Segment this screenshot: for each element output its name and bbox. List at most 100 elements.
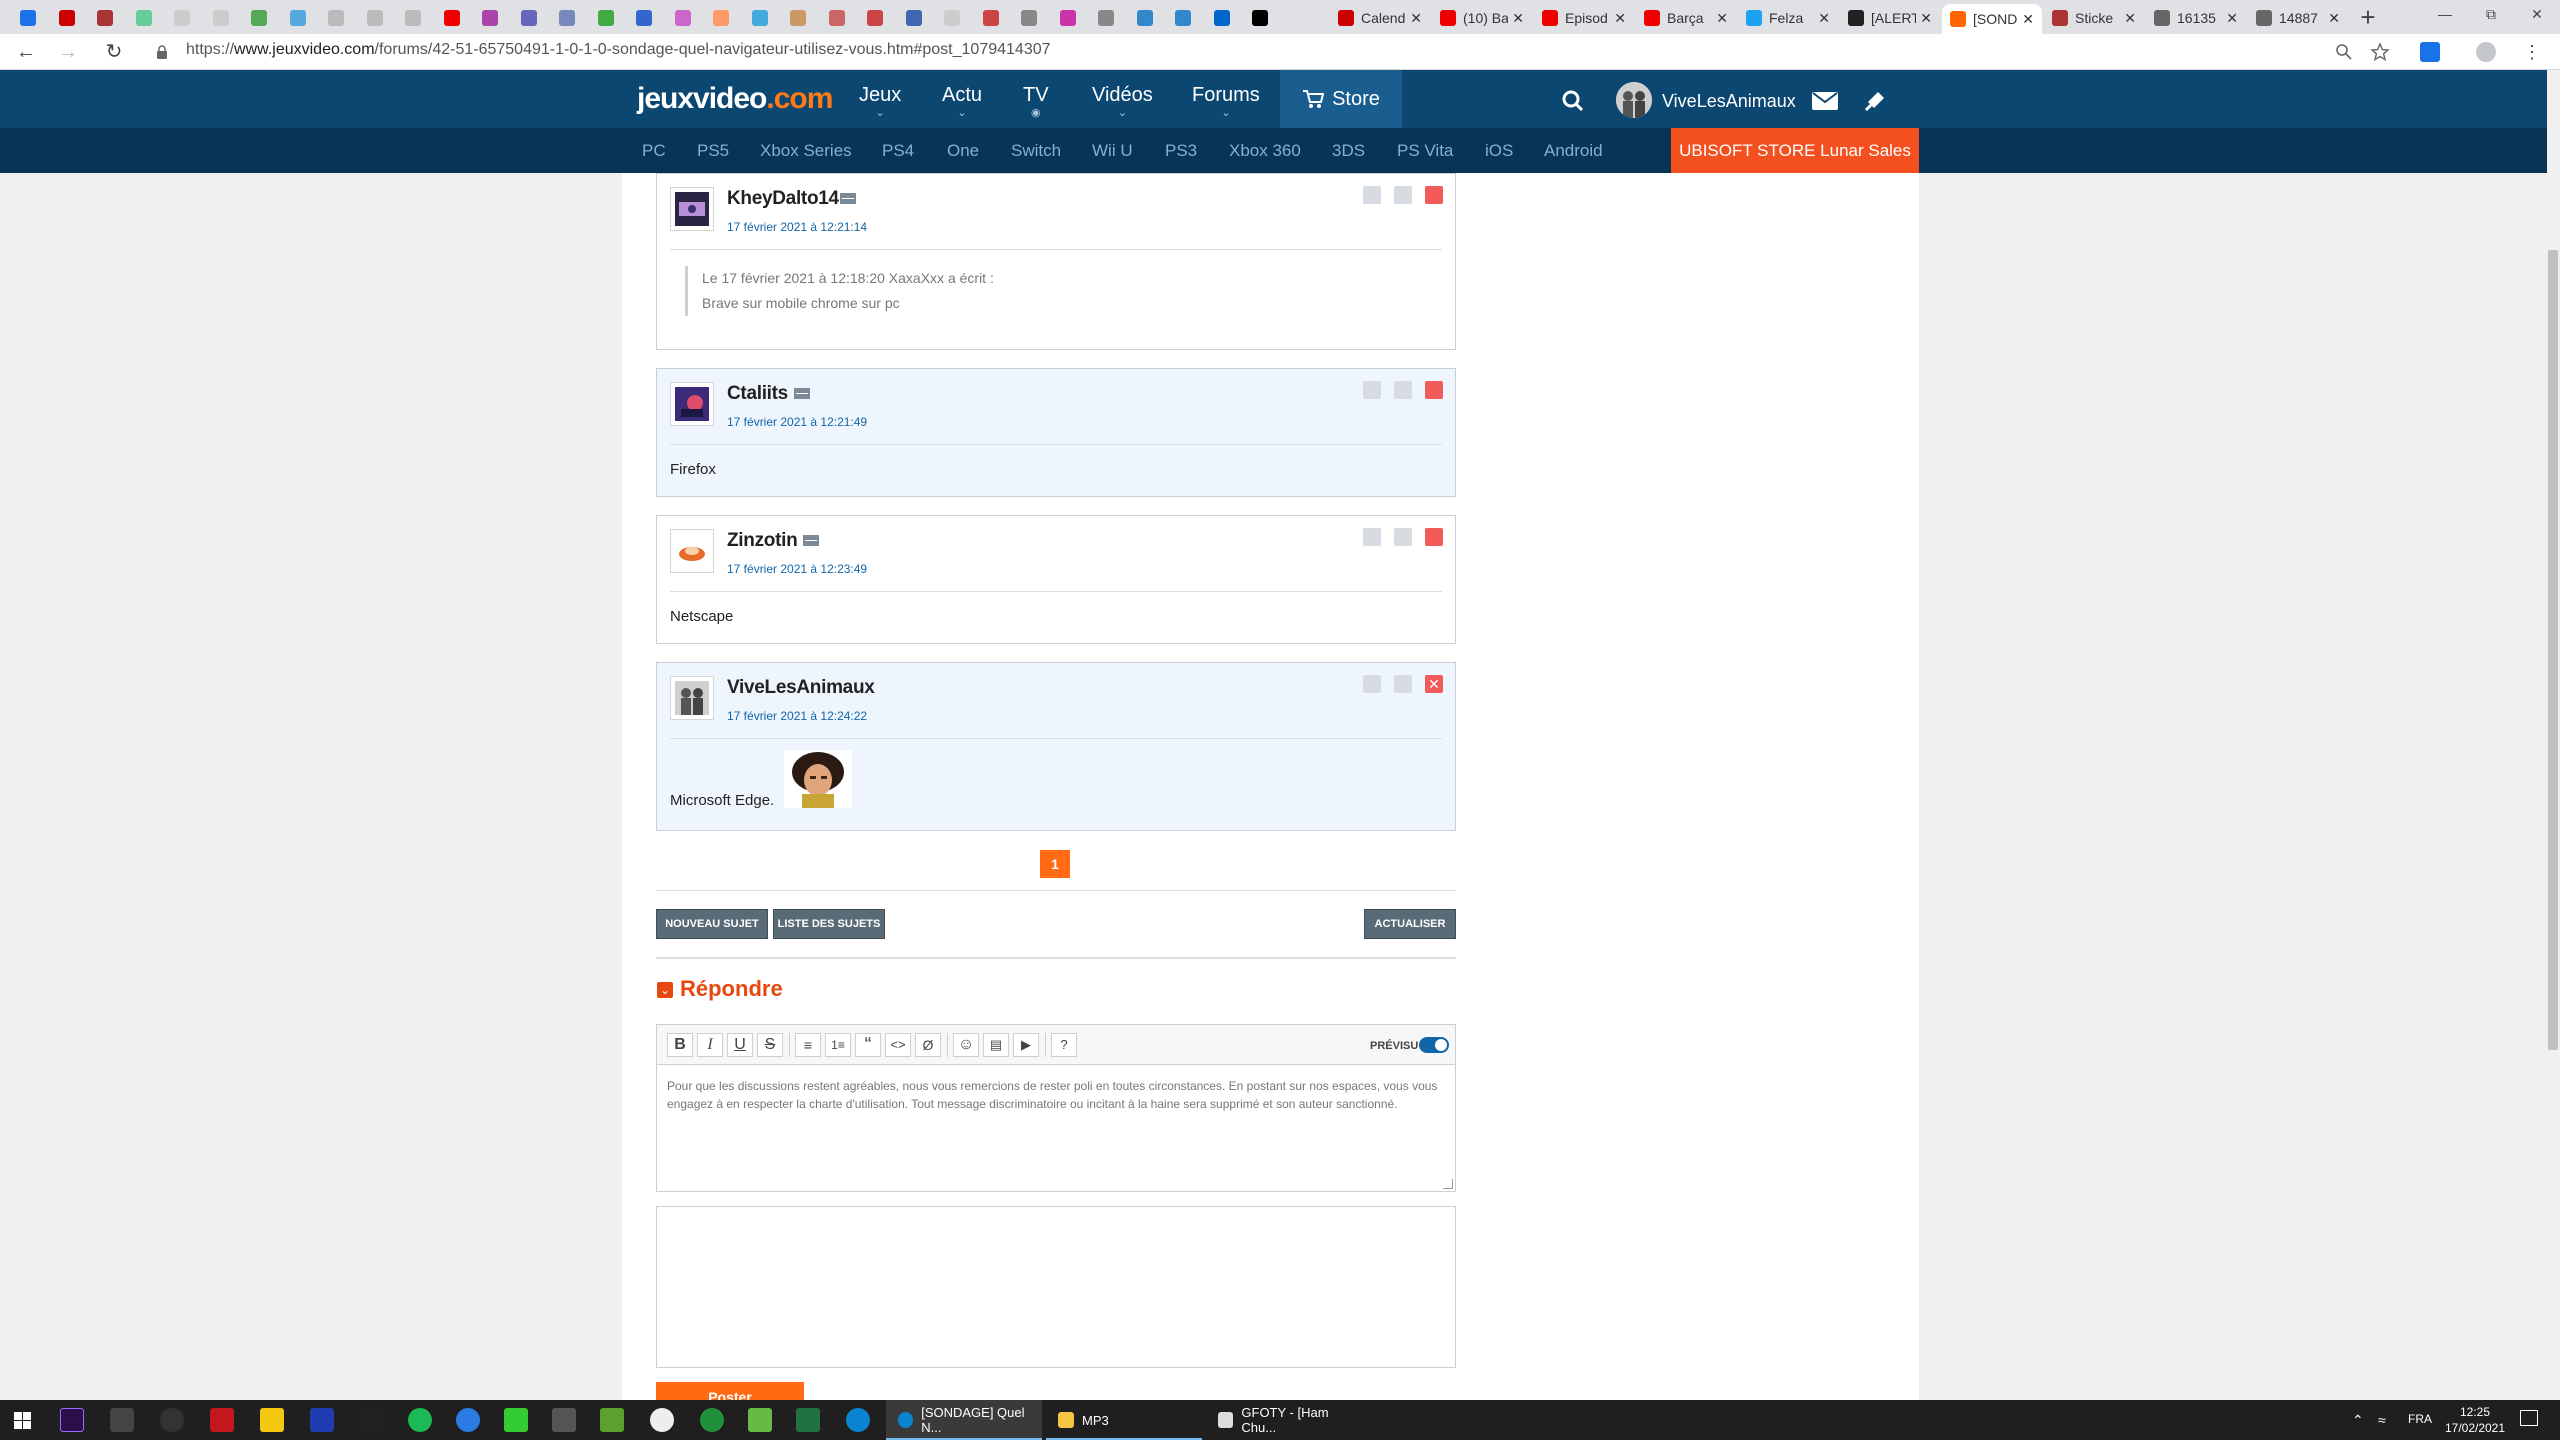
report-icon[interactable] xyxy=(1425,186,1443,204)
platform-xbox-360[interactable]: Xbox 360 xyxy=(1229,141,1301,161)
post-author[interactable]: KheyDalto14 xyxy=(727,188,839,210)
browser-tab[interactable] xyxy=(742,6,778,30)
browser-tab[interactable] xyxy=(819,6,855,30)
delete-icon[interactable]: ✕ xyxy=(1425,675,1443,693)
post-button[interactable]: Poster xyxy=(656,1382,804,1400)
app-icon[interactable] xyxy=(110,1408,134,1432)
language-indicator[interactable]: FRA xyxy=(2408,1412,2432,1426)
platform-pc[interactable]: PC xyxy=(642,141,666,161)
blacklist-icon[interactable] xyxy=(1394,186,1412,204)
network-icon[interactable]: ≈ xyxy=(2378,1412,2386,1428)
new-tab-button[interactable]: + xyxy=(2354,4,2382,32)
browser-tab[interactable]: (10) Ba ✕ xyxy=(1432,4,1532,32)
promo-banner[interactable]: UBISOFT STORE Lunar Sales xyxy=(1671,128,1919,173)
user-avatar[interactable] xyxy=(1616,82,1652,118)
app-icon[interactable] xyxy=(260,1408,284,1432)
profile-icon[interactable] xyxy=(2476,42,2496,62)
notification-center-icon[interactable] xyxy=(2520,1410,2538,1426)
reply-title[interactable]: Répondre xyxy=(680,976,783,1002)
browser-tab[interactable] xyxy=(973,6,1009,30)
browser-tab[interactable] xyxy=(857,6,893,30)
post-date[interactable]: 17 février 2021 à 12:24:22 xyxy=(727,709,867,723)
pagination-current[interactable]: 1 xyxy=(1040,850,1070,878)
app-icon[interactable] xyxy=(310,1408,334,1432)
windows-start-icon[interactable] xyxy=(14,1412,31,1429)
platform-xbox-series[interactable]: Xbox Series xyxy=(760,141,852,161)
notifications-icon[interactable] xyxy=(1864,88,1888,112)
browser-tab[interactable] xyxy=(1165,6,1201,30)
browser-tab[interactable]: Sticke ✕ xyxy=(2044,4,2144,32)
nav-actu[interactable]: Actu ⌄ xyxy=(942,84,982,119)
smiley-icon[interactable]: ☺ xyxy=(953,1033,979,1057)
excel-icon[interactable] xyxy=(796,1408,820,1432)
nav-jeux[interactable]: Jeux ⌄ xyxy=(859,84,901,119)
edit-icon[interactable] xyxy=(1394,675,1412,693)
browser-tab[interactable] xyxy=(1050,6,1086,30)
help-icon[interactable]: ? xyxy=(1051,1033,1077,1057)
tab-close-icon[interactable]: ✕ xyxy=(2022,11,2034,28)
app-icon[interactable] xyxy=(700,1408,724,1432)
search-icon[interactable] xyxy=(1562,90,1584,112)
spoiler-icon[interactable]: Ø xyxy=(915,1033,941,1057)
browser-tab[interactable] xyxy=(203,6,239,30)
browser-tab[interactable]: [SOND ✕ xyxy=(1942,4,2042,34)
minimize-button[interactable]: — xyxy=(2422,0,2468,30)
browser-tab[interactable] xyxy=(626,6,662,30)
restore-button[interactable]: ⧉ xyxy=(2468,0,2514,30)
tab-close-icon[interactable]: ✕ xyxy=(1410,10,1422,27)
post-author[interactable]: Zinzotin xyxy=(727,530,798,552)
url-field[interactable]: https://www.jeuxvideo.com/forums/42-51-6… xyxy=(186,41,1051,59)
post-author[interactable]: Ctaliits xyxy=(727,383,788,405)
browser-tab[interactable]: [ALERT ✕ xyxy=(1840,4,1940,32)
taskbar-app-player[interactable]: GFOTY - [Ham Chu... xyxy=(1206,1400,1362,1440)
nav-forums[interactable]: Forums ⌄ xyxy=(1192,84,1260,119)
browser-tab[interactable]: Barça ✕ xyxy=(1636,4,1736,32)
post-date[interactable]: 17 février 2021 à 12:23:49 xyxy=(727,562,867,576)
video-icon[interactable]: ▶ xyxy=(1013,1033,1039,1057)
favorite-star-icon[interactable] xyxy=(2370,42,2390,62)
app-icon[interactable] xyxy=(360,1408,384,1432)
close-window-button[interactable]: ✕ xyxy=(2514,0,2560,30)
spotify-icon[interactable] xyxy=(408,1408,432,1432)
browser-tab[interactable] xyxy=(126,6,162,30)
quote-icon[interactable] xyxy=(1363,186,1381,204)
app-icon[interactable] xyxy=(456,1408,480,1432)
platform-ps3[interactable]: PS3 xyxy=(1165,141,1197,161)
chrome-icon[interactable] xyxy=(650,1408,674,1432)
tab-close-icon[interactable]: ✕ xyxy=(1614,10,1626,27)
tab-close-icon[interactable]: ✕ xyxy=(2124,10,2136,27)
browser-tab[interactable] xyxy=(1204,6,1240,30)
send-mp-icon[interactable] xyxy=(803,535,819,546)
platform-switch[interactable]: Switch xyxy=(1011,141,1061,161)
tab-close-icon[interactable]: ✕ xyxy=(1716,10,1728,27)
platform-ios[interactable]: iOS xyxy=(1485,141,1513,161)
platform-ps-vita[interactable]: PS Vita xyxy=(1397,141,1453,161)
nav-tv[interactable]: TV ◉ xyxy=(1023,84,1049,119)
taskbar-app-folder[interactable]: MP3 xyxy=(1046,1400,1202,1440)
platform-one[interactable]: One xyxy=(947,141,979,161)
platform-ps5[interactable]: PS5 xyxy=(697,141,729,161)
browser-tab[interactable] xyxy=(434,6,470,30)
bold-icon[interactable]: B xyxy=(667,1033,693,1057)
browser-tab[interactable] xyxy=(357,6,393,30)
browser-tab[interactable] xyxy=(241,6,277,30)
browser-tab[interactable] xyxy=(395,6,431,30)
reply-textarea[interactable]: Pour que les discussions restent agréabl… xyxy=(667,1077,1447,1113)
post-date[interactable]: 17 février 2021 à 12:21:14 xyxy=(727,220,867,234)
blacklist-icon[interactable] xyxy=(1394,528,1412,546)
browser-tab[interactable] xyxy=(1088,6,1124,30)
post-avatar[interactable] xyxy=(670,529,714,573)
app-icon[interactable] xyxy=(552,1408,576,1432)
taskbar-app-edge[interactable]: [SONDAGE] Quel N... xyxy=(886,1400,1042,1440)
store-button[interactable]: Store xyxy=(1280,70,1402,128)
send-mp-icon[interactable] xyxy=(794,388,810,399)
quote-icon[interactable] xyxy=(1363,528,1381,546)
app-icon[interactable] xyxy=(160,1408,184,1432)
browser-tab[interactable]: Calend ✕ xyxy=(1330,4,1430,32)
menu-icon[interactable]: ⋮ xyxy=(2522,42,2542,62)
post-author[interactable]: ViveLesAnimaux xyxy=(727,677,875,699)
back-icon[interactable]: ← xyxy=(14,40,38,64)
report-icon[interactable] xyxy=(1425,381,1443,399)
browser-tab[interactable] xyxy=(164,6,200,30)
quote-icon[interactable] xyxy=(1363,675,1381,693)
